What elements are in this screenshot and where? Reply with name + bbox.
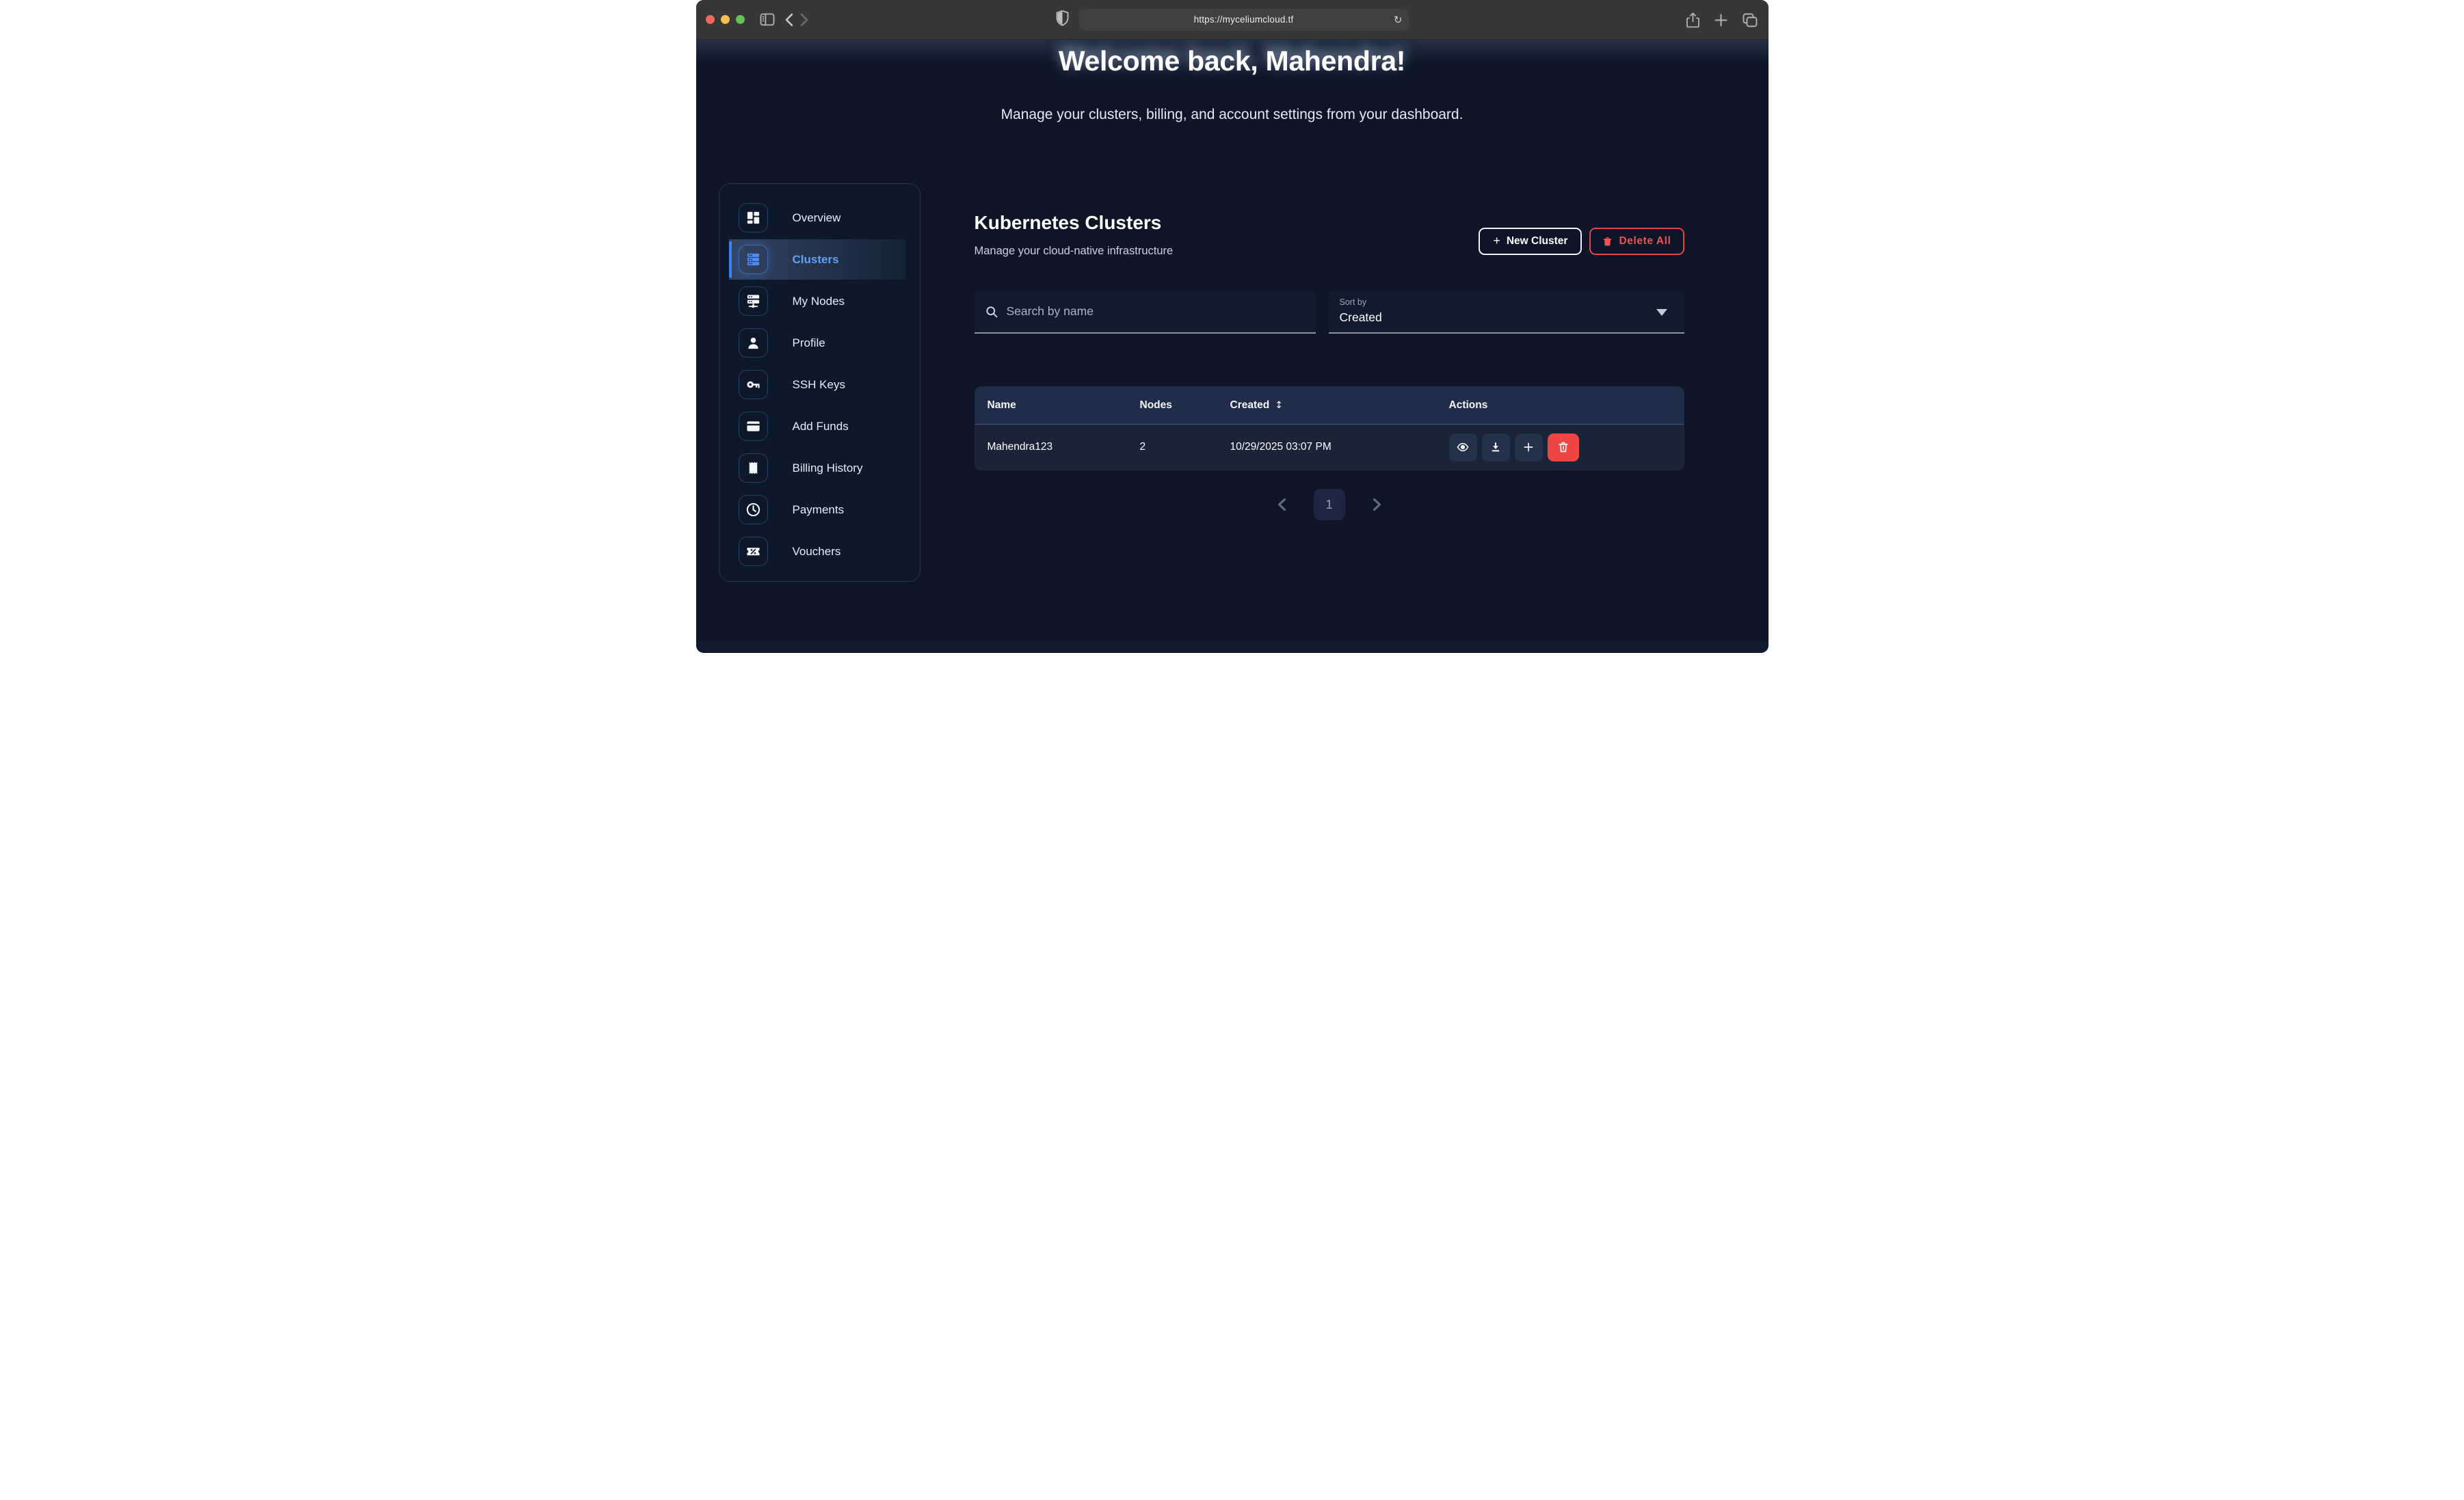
sidebar-item-icon-tile (739, 203, 768, 232)
sidebar-item-label: Clusters (793, 253, 839, 267)
column-header-created[interactable]: Created↕ (1230, 399, 1449, 412)
sort-label: Sort by (1340, 297, 1673, 307)
row-actions (1449, 433, 1671, 461)
welcome-heading: Welcome back, Mahendra! (696, 45, 1768, 77)
share-icon[interactable] (1686, 12, 1699, 28)
address-bar[interactable]: https://myceliumcloud.tf ↻ (1079, 9, 1409, 31)
sidebar-item-label: Add Funds (793, 420, 849, 433)
column-header-actions: Actions (1449, 399, 1671, 412)
sidebar-item-label: Billing History (793, 461, 863, 475)
minimize-window-button[interactable] (721, 15, 730, 24)
trash-icon (1602, 236, 1613, 247)
pagination: 1 (975, 489, 1684, 520)
nodes-server-icon (745, 293, 761, 309)
browser-window: https://myceliumcloud.tf ↻ (696, 0, 1768, 653)
search-field[interactable] (975, 291, 1316, 334)
sidebar-item-ssh-keys[interactable]: SSH Keys (719, 364, 920, 405)
sidebar-item-icon-tile (739, 245, 768, 274)
plus-icon: + (1493, 234, 1500, 248)
sidebar-item-billing-history[interactable]: Billing History (719, 447, 920, 489)
privacy-shield-icon[interactable] (1056, 10, 1069, 29)
sidebar-item-label: SSH Keys (793, 378, 845, 392)
header-actions: + New Cluster Delete All (1479, 228, 1684, 255)
sidebar-item-icon-tile (739, 412, 768, 441)
chevron-down-icon (1656, 309, 1667, 316)
sidebar-item-label: Overview (793, 211, 841, 225)
column-header-nodes: Nodes (1140, 399, 1230, 412)
sidebar-item-icon-tile (739, 453, 768, 483)
cluster-name-cell: Mahendra123 (988, 441, 1140, 453)
welcome-subtitle: Manage your clusters, billing, and accou… (696, 107, 1768, 123)
url-text: https://myceliumcloud.tf (1194, 14, 1294, 25)
sidebar-item-label: Payments (793, 503, 845, 517)
clusters-table: Name Nodes Created↕ Actions Mahendra123 … (975, 386, 1684, 470)
download-action-button[interactable] (1482, 433, 1510, 461)
sort-select[interactable]: Sort by Created (1329, 291, 1684, 334)
eye-action-button[interactable] (1449, 433, 1477, 461)
next-page-icon[interactable] (1373, 498, 1382, 511)
table-header-row: Name Nodes Created↕ Actions (975, 387, 1684, 425)
previous-page-icon[interactable] (1277, 498, 1286, 511)
delete-icon (1557, 441, 1569, 453)
page-content: Welcome back, Mahendra! Manage your clus… (696, 40, 1768, 652)
table-body: Mahendra123 2 10/29/2025 03:07 PM (975, 425, 1684, 470)
sidebar-item-payments[interactable]: Payments (719, 489, 920, 531)
sidebar-item-vouchers[interactable]: Vouchers (719, 531, 920, 572)
clock-icon (745, 502, 761, 518)
cluster-nodes-cell: 2 (1140, 441, 1230, 453)
sidebar-item-icon-tile (739, 537, 768, 566)
sidebar-item-label: Profile (793, 336, 825, 350)
filter-row: Sort by Created (975, 291, 1684, 334)
reload-icon[interactable]: ↻ (1394, 14, 1403, 26)
column-header-name: Name (988, 399, 1140, 412)
cluster-created-cell: 10/29/2025 03:07 PM (1230, 441, 1449, 453)
sort-selected-value: Created (1340, 310, 1673, 325)
sidebar-item-profile[interactable]: Profile (719, 322, 920, 364)
receipt-icon (745, 460, 761, 476)
voucher-ticket-icon (745, 544, 761, 559)
zoom-window-button[interactable] (736, 15, 745, 24)
sidebar-toggle-icon[interactable] (760, 13, 775, 26)
add-node-action-button[interactable] (1515, 433, 1543, 461)
search-icon (985, 305, 998, 319)
clusters-servers-icon (745, 252, 761, 267)
ssh-key-icon (745, 377, 761, 392)
search-input[interactable] (1007, 304, 1306, 319)
eye-icon (1457, 441, 1469, 453)
new-cluster-button[interactable]: + New Cluster (1479, 228, 1582, 255)
clusters-panel: Kubernetes Clusters Manage your cloud-na… (975, 212, 1684, 258)
sidebar-item-icon-tile (739, 328, 768, 358)
overview-grid-icon (745, 210, 761, 226)
back-button[interactable] (784, 13, 793, 27)
download-icon (1489, 441, 1502, 453)
tab-overview-icon[interactable] (1743, 13, 1758, 27)
sidebar-item-label: Vouchers (793, 545, 841, 559)
profile-user-icon (745, 335, 761, 351)
sidebar-item-clusters[interactable]: Clusters (719, 239, 920, 280)
page-number-button[interactable]: 1 (1314, 489, 1345, 520)
dashboard-sidebar: Overview Clusters My Nodes Profile (719, 183, 920, 582)
sidebar-item-icon-tile (739, 370, 768, 399)
sidebar-item-icon-tile (739, 495, 768, 524)
delete-action-button[interactable] (1548, 433, 1579, 461)
forward-button[interactable] (800, 13, 809, 27)
table-row[interactable]: Mahendra123 2 10/29/2025 03:07 PM (975, 425, 1684, 470)
sidebar-item-add-funds[interactable]: Add Funds (719, 405, 920, 447)
sidebar-item-overview[interactable]: Overview (719, 197, 920, 239)
sidebar-item-icon-tile (739, 286, 768, 316)
delete-all-button[interactable]: Delete All (1589, 228, 1684, 255)
sidebar-item-label: My Nodes (793, 295, 845, 308)
browser-toolbar: https://myceliumcloud.tf ↻ (696, 0, 1768, 40)
sort-arrows-icon: ↕ (1275, 400, 1283, 411)
add-node-icon (1522, 441, 1535, 453)
new-tab-icon[interactable] (1714, 14, 1727, 27)
traffic-lights (706, 15, 745, 24)
sidebar-item-my-nodes[interactable]: My Nodes (719, 280, 920, 322)
credit-card-icon (745, 418, 761, 434)
close-window-button[interactable] (706, 15, 715, 24)
